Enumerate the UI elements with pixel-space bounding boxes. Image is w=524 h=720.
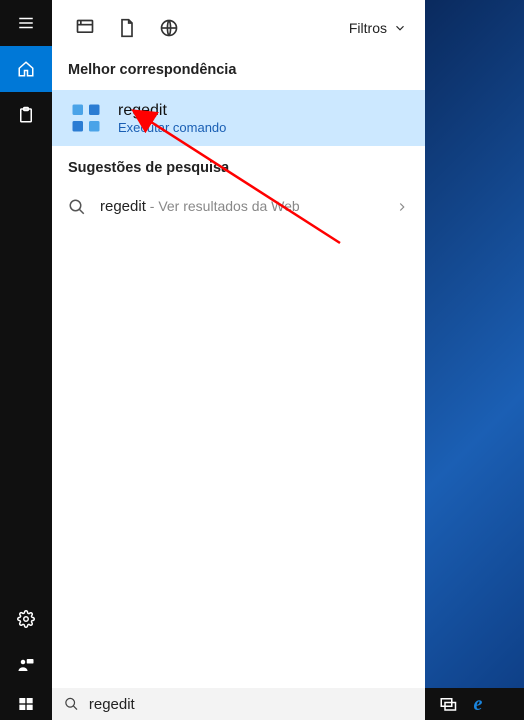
tab-documents[interactable] xyxy=(106,8,148,48)
regedit-app-icon xyxy=(68,100,104,136)
tab-apps[interactable] xyxy=(64,8,106,48)
tab-web[interactable] xyxy=(148,8,190,48)
suggestion-hint: Ver resultados da Web xyxy=(158,198,299,214)
chevron-down-icon xyxy=(393,21,407,35)
home-icon xyxy=(17,60,35,78)
start-sidebar xyxy=(0,0,52,688)
best-match-name: regedit xyxy=(118,102,226,120)
start-button[interactable] xyxy=(0,688,52,720)
taskbar: e xyxy=(0,688,524,720)
hamburger-menu-button[interactable] xyxy=(0,0,52,46)
best-match-result[interactable]: regedit Executar comando xyxy=(52,90,425,146)
start-search-panel: Filtros Melhor correspondência regedit E… xyxy=(52,0,425,688)
settings-button[interactable] xyxy=(0,596,52,642)
home-button[interactable] xyxy=(0,46,52,92)
chevron-right-icon xyxy=(395,200,409,214)
filters-dropdown[interactable]: Filtros xyxy=(349,20,413,36)
best-match-subtitle: Executar comando xyxy=(118,120,226,135)
gear-icon xyxy=(17,610,35,628)
suggestion-separator: - xyxy=(146,198,158,214)
task-view-button[interactable] xyxy=(439,695,457,713)
recent-button[interactable] xyxy=(0,92,52,138)
best-match-heading: Melhor correspondência xyxy=(52,56,425,90)
desktop-background xyxy=(425,0,524,720)
taskbar-tray: e xyxy=(425,688,524,720)
filters-label: Filtros xyxy=(349,20,387,36)
search-input[interactable] xyxy=(89,696,413,713)
windows-logo-icon xyxy=(18,696,34,712)
search-icon xyxy=(68,198,86,216)
edge-browser-button[interactable]: e xyxy=(469,695,487,713)
apps-icon xyxy=(75,18,95,38)
globe-icon xyxy=(159,18,179,38)
search-icon xyxy=(64,696,79,712)
taskbar-search-box[interactable] xyxy=(52,688,425,720)
task-view-icon xyxy=(439,695,457,713)
tab-bar: Filtros xyxy=(52,0,425,56)
document-icon xyxy=(117,18,137,38)
person-chat-icon xyxy=(17,656,35,674)
feedback-button[interactable] xyxy=(0,642,52,688)
search-suggestions-heading: Sugestões de pesquisa xyxy=(52,146,425,188)
edge-icon: e xyxy=(474,693,483,716)
web-search-suggestion[interactable]: regedit - Ver resultados da Web xyxy=(52,188,425,226)
hamburger-icon xyxy=(17,14,35,32)
clipboard-icon xyxy=(17,106,35,124)
suggestion-prefix: regedit xyxy=(100,198,146,215)
